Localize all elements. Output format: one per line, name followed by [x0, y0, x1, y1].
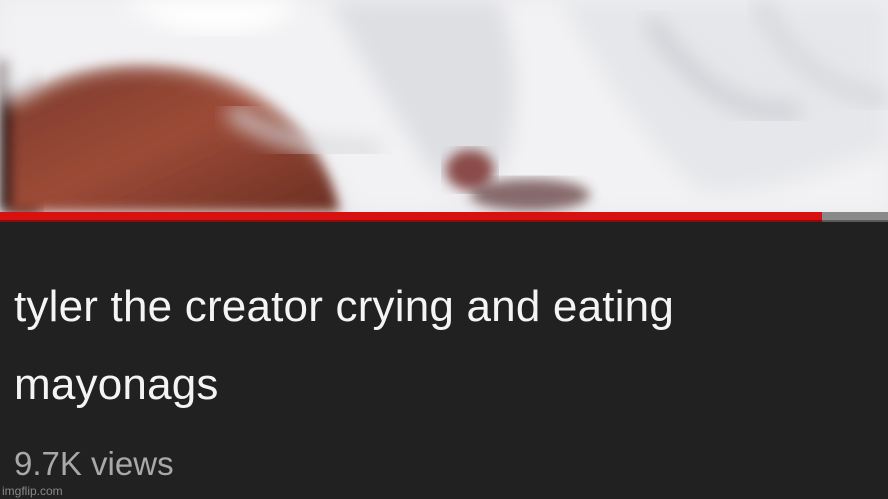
view-count: 9.7K views	[14, 445, 174, 482]
progress-bar[interactable]	[0, 212, 888, 222]
watermark-text: imgflip.com	[2, 484, 63, 498]
progress-shadow	[0, 220, 888, 222]
thumbnail-image	[0, 0, 888, 212]
video-result: tyler the creator crying and eating mayo…	[0, 0, 888, 499]
video-title[interactable]: tyler the creator crying and eating mayo…	[14, 268, 854, 424]
video-thumbnail[interactable]	[0, 0, 888, 212]
